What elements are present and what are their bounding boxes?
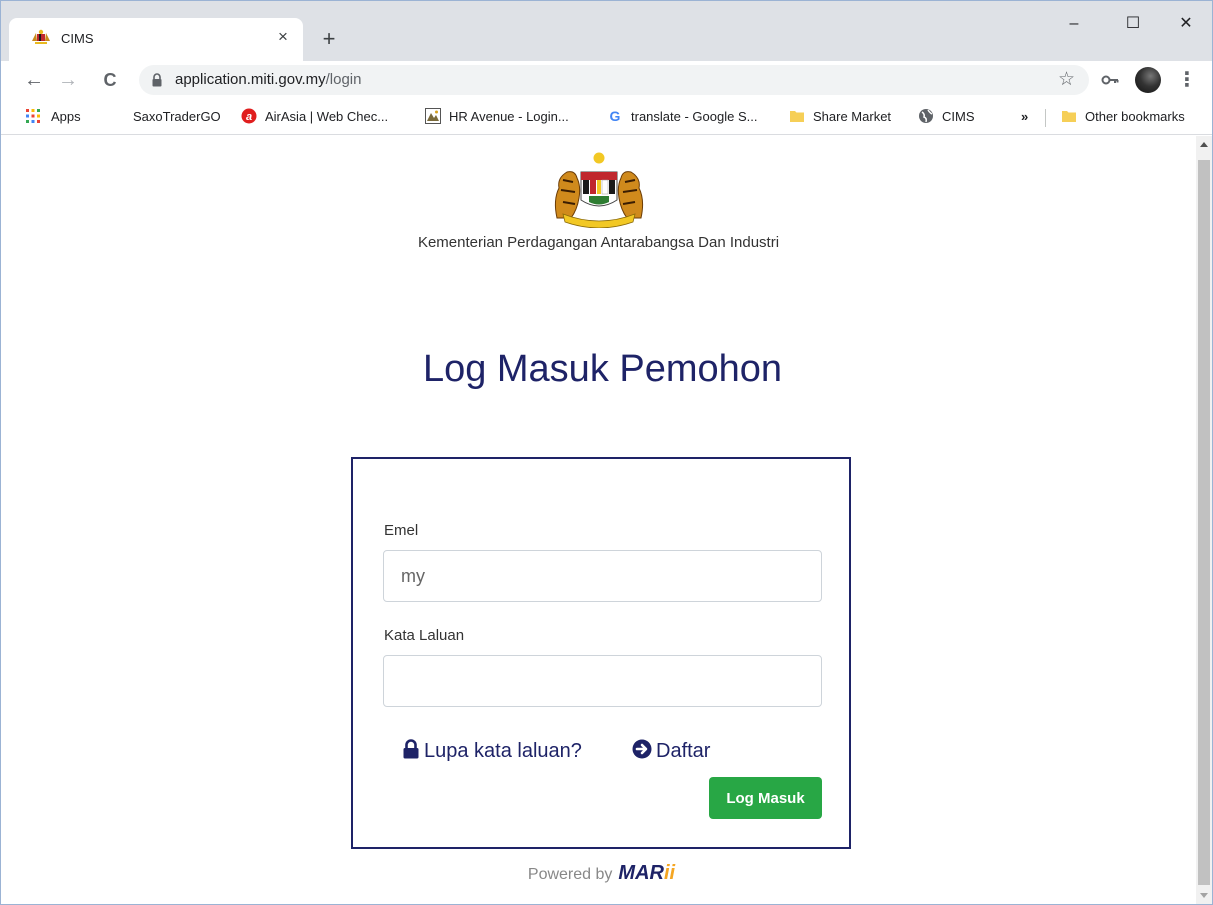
- url-text: application.miti.gov.my/login: [175, 71, 361, 88]
- bookmark-label: Other bookmarks: [1085, 109, 1185, 124]
- lock-icon: [152, 73, 162, 87]
- bookmark-share-market[interactable]: Share Market: [789, 108, 891, 128]
- maximize-button[interactable]: ☐: [1118, 11, 1148, 37]
- marii-logo-text: MAR: [618, 862, 664, 884]
- malaysia-crest-icon: [32, 29, 50, 44]
- password-label: Kata Laluan: [384, 627, 465, 644]
- malaysia-coat-of-arms-logo: [554, 152, 644, 228]
- register-label: Daftar: [656, 740, 711, 762]
- new-tab-button[interactable]: +: [317, 27, 341, 51]
- register-link[interactable]: Daftar: [632, 739, 710, 763]
- page-title: Log Masuk Pemohon: [422, 348, 783, 390]
- forward-button[interactable]: →: [55, 67, 81, 93]
- powered-by-text: Powered by: [527, 866, 613, 883]
- browser-menu-icon[interactable]: ⋮: [1177, 67, 1197, 93]
- powered-by-footer: Powered by MARii: [1, 862, 1196, 885]
- lock-icon: [403, 739, 419, 759]
- marii-logo[interactable]: MARii: [618, 862, 675, 884]
- forgot-password-link[interactable]: Lupa kata laluan?: [402, 739, 582, 763]
- bookmark-star-icon[interactable]: ☆: [1058, 68, 1075, 91]
- airasia-icon: a: [241, 108, 257, 124]
- email-field[interactable]: [383, 550, 822, 602]
- back-button[interactable]: ←: [21, 67, 47, 93]
- login-card: Emel Kata Laluan Lupa kata laluan? Dafta…: [351, 457, 851, 849]
- google-icon: G: [610, 108, 621, 124]
- tab-close-icon[interactable]: ×: [273, 27, 293, 47]
- hr-avenue-icon: [425, 108, 441, 124]
- folder-icon: [790, 111, 804, 122]
- url-host: application.miti.gov.my: [175, 71, 326, 88]
- reload-button[interactable]: C: [97, 67, 123, 93]
- bookmark-label: HR Avenue - Login...: [449, 109, 569, 124]
- bookmark-label: SaxoTraderGO: [133, 109, 221, 124]
- bookmarks-divider: [1045, 109, 1046, 127]
- minimize-button[interactable]: –: [1059, 11, 1089, 37]
- globe-icon: [919, 109, 933, 123]
- bookmark-translate[interactable]: G translate - Google S...: [607, 108, 758, 128]
- bookmark-label: translate - Google S...: [631, 109, 758, 124]
- login-button[interactable]: Log Masuk: [709, 777, 822, 819]
- forgot-password-label: Lupa kata laluan?: [424, 740, 582, 762]
- marii-logo-suffix: ii: [663, 862, 676, 884]
- bookmark-hr-avenue[interactable]: HR Avenue - Login...: [425, 108, 569, 128]
- key-icon[interactable]: [1099, 69, 1121, 91]
- bookmarks-overflow-icon[interactable]: »: [1021, 108, 1028, 128]
- scroll-down-arrow-icon[interactable]: [1200, 893, 1208, 898]
- bookmark-apps[interactable]: Apps: [25, 108, 81, 128]
- bookmark-other[interactable]: Other bookmarks: [1061, 108, 1185, 128]
- url-path: /login: [325, 71, 362, 88]
- page-viewport: Kementerian Perdagangan Antarabangsa Dan…: [1, 136, 1196, 904]
- svg-text:a: a: [246, 111, 252, 123]
- email-label: Emel: [384, 522, 419, 539]
- tab-title: CIMS: [61, 31, 94, 46]
- password-field[interactable]: [383, 655, 822, 707]
- tab-strip: CIMS × + – ☐ ✕: [1, 1, 1212, 61]
- folder-icon: [1062, 111, 1076, 122]
- bookmark-airasia[interactable]: a AirAsia | Web Chec...: [241, 108, 388, 128]
- svg-text:G: G: [610, 108, 621, 124]
- bookmark-saxotrader[interactable]: SaxoTraderGO: [133, 108, 221, 128]
- profile-avatar[interactable]: [1135, 67, 1161, 93]
- ministry-name: Kementerian Perdagangan Antarabangsa Dan…: [417, 234, 780, 251]
- tab-cims[interactable]: CIMS ×: [9, 18, 303, 61]
- bookmark-label: CIMS: [942, 109, 975, 124]
- browser-toolbar: ← → C application.miti.gov.my/login ☆ ⋮: [1, 61, 1212, 99]
- close-window-button[interactable]: ✕: [1171, 11, 1201, 37]
- bookmark-cims[interactable]: CIMS: [918, 108, 975, 128]
- browser-window: CIMS × + – ☐ ✕ ← → C application.miti.go…: [0, 0, 1213, 905]
- address-bar[interactable]: application.miti.gov.my/login ☆: [139, 65, 1089, 95]
- apps-grid-icon: [26, 109, 40, 123]
- bookmarks-bar: Apps SaxoTraderGO a AirAsia | Web Chec..…: [1, 99, 1212, 135]
- scroll-up-arrow-icon[interactable]: [1200, 142, 1208, 147]
- bookmark-label: AirAsia | Web Chec...: [265, 109, 389, 124]
- bookmark-label: Share Market: [813, 109, 892, 124]
- bookmark-label: Apps: [51, 109, 81, 124]
- vertical-scrollbar[interactable]: [1196, 136, 1212, 904]
- arrow-circle-right-icon: [632, 739, 652, 759]
- scrollbar-thumb[interactable]: [1198, 160, 1210, 885]
